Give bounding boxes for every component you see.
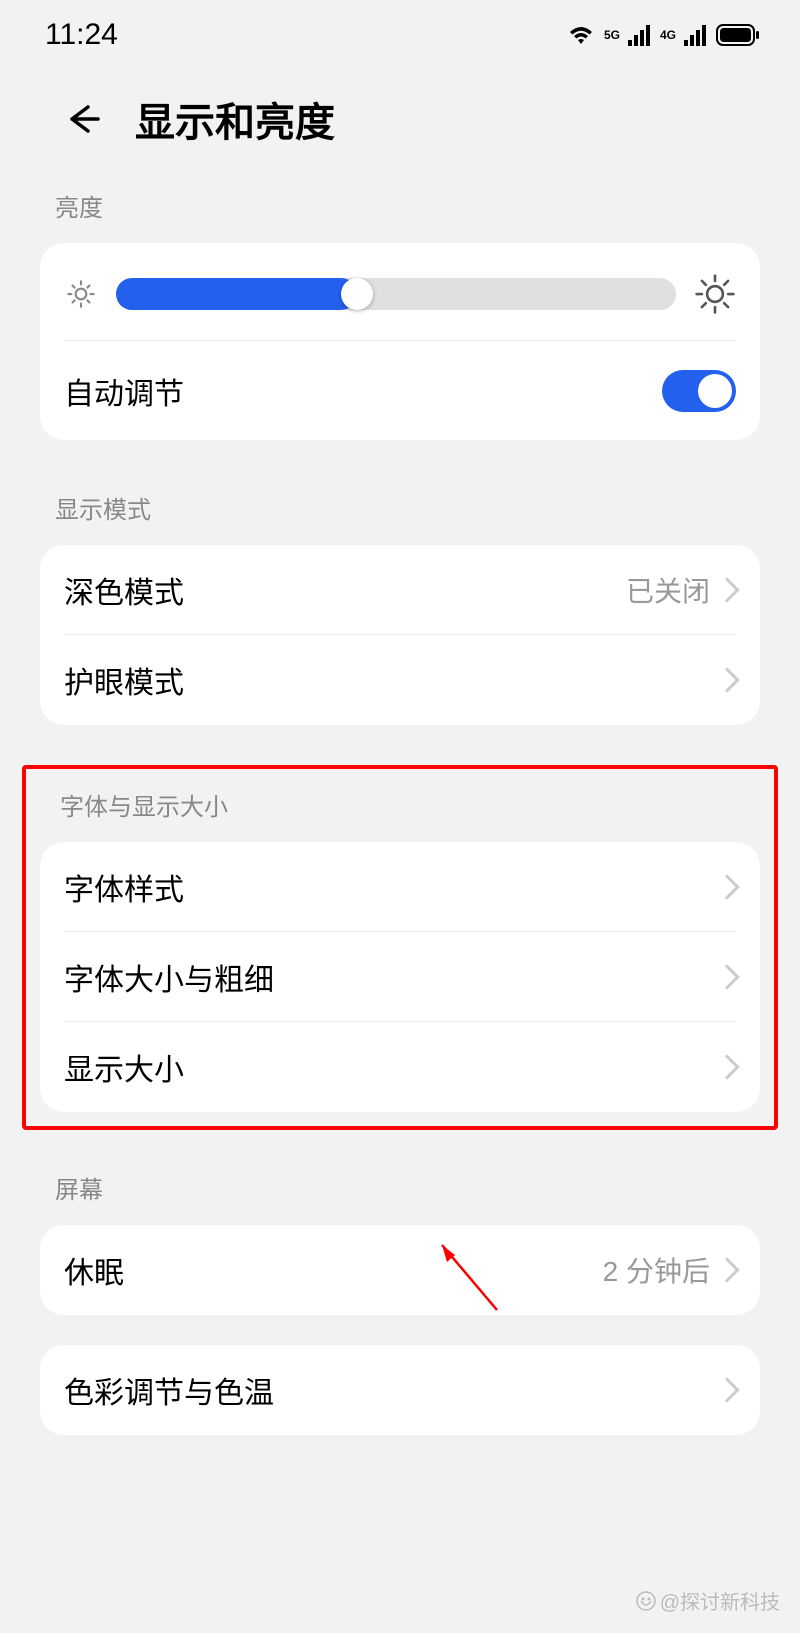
color-temp-label: 色彩调节与色温: [64, 1368, 274, 1412]
auto-brightness-label: 自动调节: [64, 369, 184, 413]
brightness-slider-row: [64, 273, 736, 340]
chevron-right-icon: [714, 964, 739, 989]
page-title: 显示和亮度: [135, 90, 335, 148]
sleep-label: 休眠: [64, 1248, 124, 1292]
font-size-label: 字体大小与粗细: [64, 955, 274, 999]
signal-5g-icon: [628, 24, 652, 46]
font-display-card: 字体样式 字体大小与粗细 显示大小: [40, 842, 760, 1112]
dark-mode-value: 已关闭: [626, 570, 710, 610]
font-style-label: 字体样式: [64, 865, 184, 909]
section-header-font-display: 字体与显示大小: [40, 769, 760, 842]
section-header-screen: 屏幕: [0, 1170, 800, 1225]
sleep-row[interactable]: 休眠 2 分钟后: [64, 1225, 736, 1315]
chevron-right-icon: [714, 1257, 739, 1282]
network-5g-label: 5G: [604, 28, 620, 42]
chevron-right-icon: [714, 1377, 739, 1402]
display-mode-card: 深色模式 已关闭 护眼模式: [40, 545, 760, 725]
font-size-row[interactable]: 字体大小与粗细: [64, 932, 736, 1022]
signal-4g-icon: [684, 24, 708, 46]
eye-care-row[interactable]: 护眼模式: [64, 635, 736, 725]
screen-card-color: 色彩调节与色温: [40, 1345, 760, 1435]
back-icon[interactable]: [60, 99, 100, 139]
color-temp-row[interactable]: 色彩调节与色温: [64, 1345, 736, 1435]
highlight-annotation: 字体与显示大小 字体样式 字体大小与粗细 显示大小: [22, 765, 778, 1130]
display-size-label: 显示大小: [64, 1045, 184, 1089]
chevron-right-icon: [714, 1054, 739, 1079]
display-size-row[interactable]: 显示大小: [64, 1022, 736, 1112]
watermark-icon: [636, 1591, 656, 1611]
dark-mode-row[interactable]: 深色模式 已关闭: [64, 545, 736, 635]
battery-icon: [716, 24, 760, 46]
page-header: 显示和亮度: [0, 60, 800, 188]
status-time: 11:24: [45, 18, 118, 52]
brightness-high-icon: [694, 273, 736, 315]
chevron-right-icon: [714, 577, 739, 602]
section-header-display-mode: 显示模式: [0, 490, 800, 545]
sleep-value: 2 分钟后: [603, 1250, 710, 1290]
watermark-text: @探讨新科技: [660, 1586, 780, 1615]
font-style-row[interactable]: 字体样式: [64, 842, 736, 932]
auto-brightness-toggle[interactable]: [662, 370, 736, 412]
brightness-card: 自动调节: [40, 243, 760, 440]
status-icons: 5G 4G: [566, 23, 760, 47]
brightness-low-icon: [64, 277, 98, 311]
auto-brightness-row[interactable]: 自动调节: [64, 340, 736, 440]
status-bar: 11:24 5G 4G: [0, 0, 800, 60]
chevron-right-icon: [714, 874, 739, 899]
screen-card-sleep: 休眠 2 分钟后: [40, 1225, 760, 1315]
watermark: @探讨新科技: [636, 1586, 780, 1615]
chevron-right-icon: [714, 667, 739, 692]
dark-mode-label: 深色模式: [64, 568, 184, 612]
wifi-icon: [566, 23, 596, 47]
brightness-slider-thumb[interactable]: [341, 278, 373, 310]
brightness-slider[interactable]: [116, 278, 676, 310]
section-header-brightness: 亮度: [0, 188, 800, 243]
network-4g-label: 4G: [660, 28, 676, 42]
brightness-slider-fill: [116, 278, 357, 310]
eye-care-label: 护眼模式: [64, 658, 184, 702]
